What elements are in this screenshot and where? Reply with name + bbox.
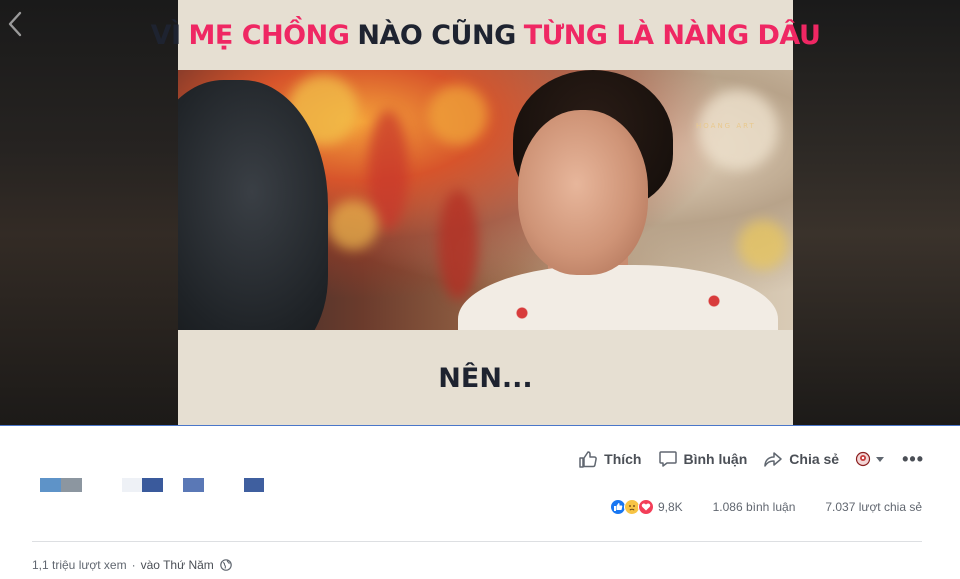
video-bottom-border: [0, 425, 960, 426]
comment-count-link[interactable]: 1.086 bình luận: [713, 500, 796, 514]
comment-bubble-icon: [658, 451, 677, 467]
caption-part-3: NÀO CŨNG: [357, 19, 516, 51]
like-label: Thích: [604, 451, 642, 467]
divider: [32, 541, 922, 542]
chevron-down-icon: [876, 457, 885, 462]
video-caption-top: VÌ MẸ CHỒNG NÀO CŨNG TỪNG LÀ NÀNG DÂU: [151, 0, 821, 70]
woman-blouse: [458, 265, 778, 330]
audience-selector[interactable]: [855, 451, 886, 467]
thumbs-up-icon: [579, 451, 598, 468]
video-player[interactable]: VÌ MẸ CHỒNG NÀO CŨNG TỪNG LÀ NÀNG DÂU HO…: [0, 0, 960, 426]
post-stats: 9,8K 1.086 bình luận 7.037 lượt chia sẻ: [609, 497, 922, 517]
view-count: 1,1 triệu lượt xem: [32, 558, 127, 572]
redacted-name-block: [244, 478, 264, 492]
watermark: HOANG ART: [696, 122, 756, 130]
more-options-icon[interactable]: •••: [902, 449, 924, 470]
meta-separator: ·: [131, 558, 136, 572]
video-frame: VÌ MẸ CHỒNG NÀO CŨNG TỪNG LÀ NÀNG DÂU HO…: [151, 0, 821, 426]
caption-part-2: MẸ CHỒNG: [188, 19, 350, 51]
like-button[interactable]: Thích: [578, 449, 642, 469]
redacted-name-block: [40, 478, 82, 492]
reaction-count: 9,8K: [657, 500, 683, 514]
video-scene: HOANG ART: [178, 70, 793, 330]
back-chevron-icon[interactable]: [6, 10, 26, 38]
share-count-link[interactable]: 7.037 lượt chia sẻ: [825, 500, 922, 514]
redacted-name-block: [183, 478, 204, 492]
video-blur-left: [0, 0, 178, 426]
caption-part-4: TỪNG LÀ NÀNG DÂU: [523, 19, 821, 51]
globe-icon: [219, 559, 232, 571]
share-label: Chia sẻ: [789, 451, 840, 467]
post-action-bar: Thích Bình luận Chia sẻ •••: [562, 446, 924, 472]
caption-part-1: VÌ: [150, 19, 181, 51]
redacted-name-block: [122, 478, 142, 492]
video-caption-bottom: NÊN...: [438, 362, 533, 394]
reactions-summary[interactable]: 9,8K: [609, 499, 683, 515]
post-date-link[interactable]: vào Thứ Năm: [141, 558, 214, 572]
woman-face: [518, 110, 648, 275]
comment-button[interactable]: Bình luận: [658, 449, 748, 469]
comment-label: Bình luận: [683, 451, 748, 467]
share-button[interactable]: Chia sẻ: [763, 449, 839, 469]
redacted-name-block: [142, 478, 163, 492]
public-globe-icon: [855, 451, 871, 467]
video-blur-right: [793, 0, 960, 426]
post-meta: 1,1 triệu lượt xem · vào Thứ Năm: [32, 558, 232, 572]
love-reaction-icon: [637, 499, 654, 515]
share-arrow-icon: [764, 452, 783, 467]
